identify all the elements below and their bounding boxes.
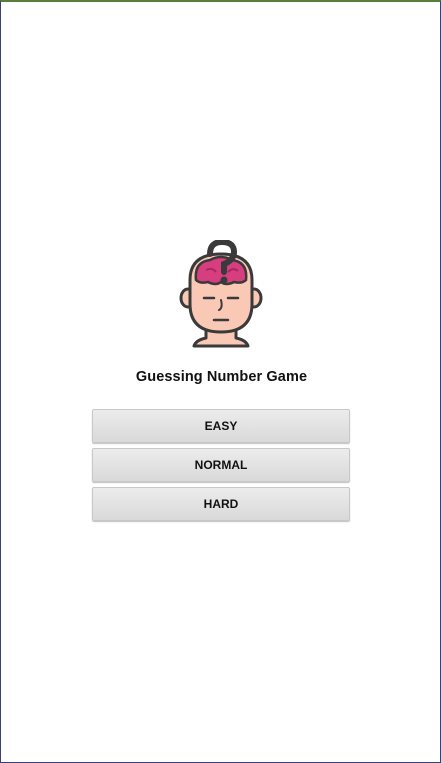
- page-title: Guessing Number Game: [135, 369, 308, 385]
- normal-button[interactable]: NORMAL: [92, 448, 350, 482]
- hard-button[interactable]: HARD: [92, 487, 350, 521]
- app-screen: Guessing Number Game EASY NORMAL HARD: [0, 0, 441, 763]
- thinking-head-question-icon: [179, 240, 263, 348]
- easy-button[interactable]: EASY: [92, 409, 350, 443]
